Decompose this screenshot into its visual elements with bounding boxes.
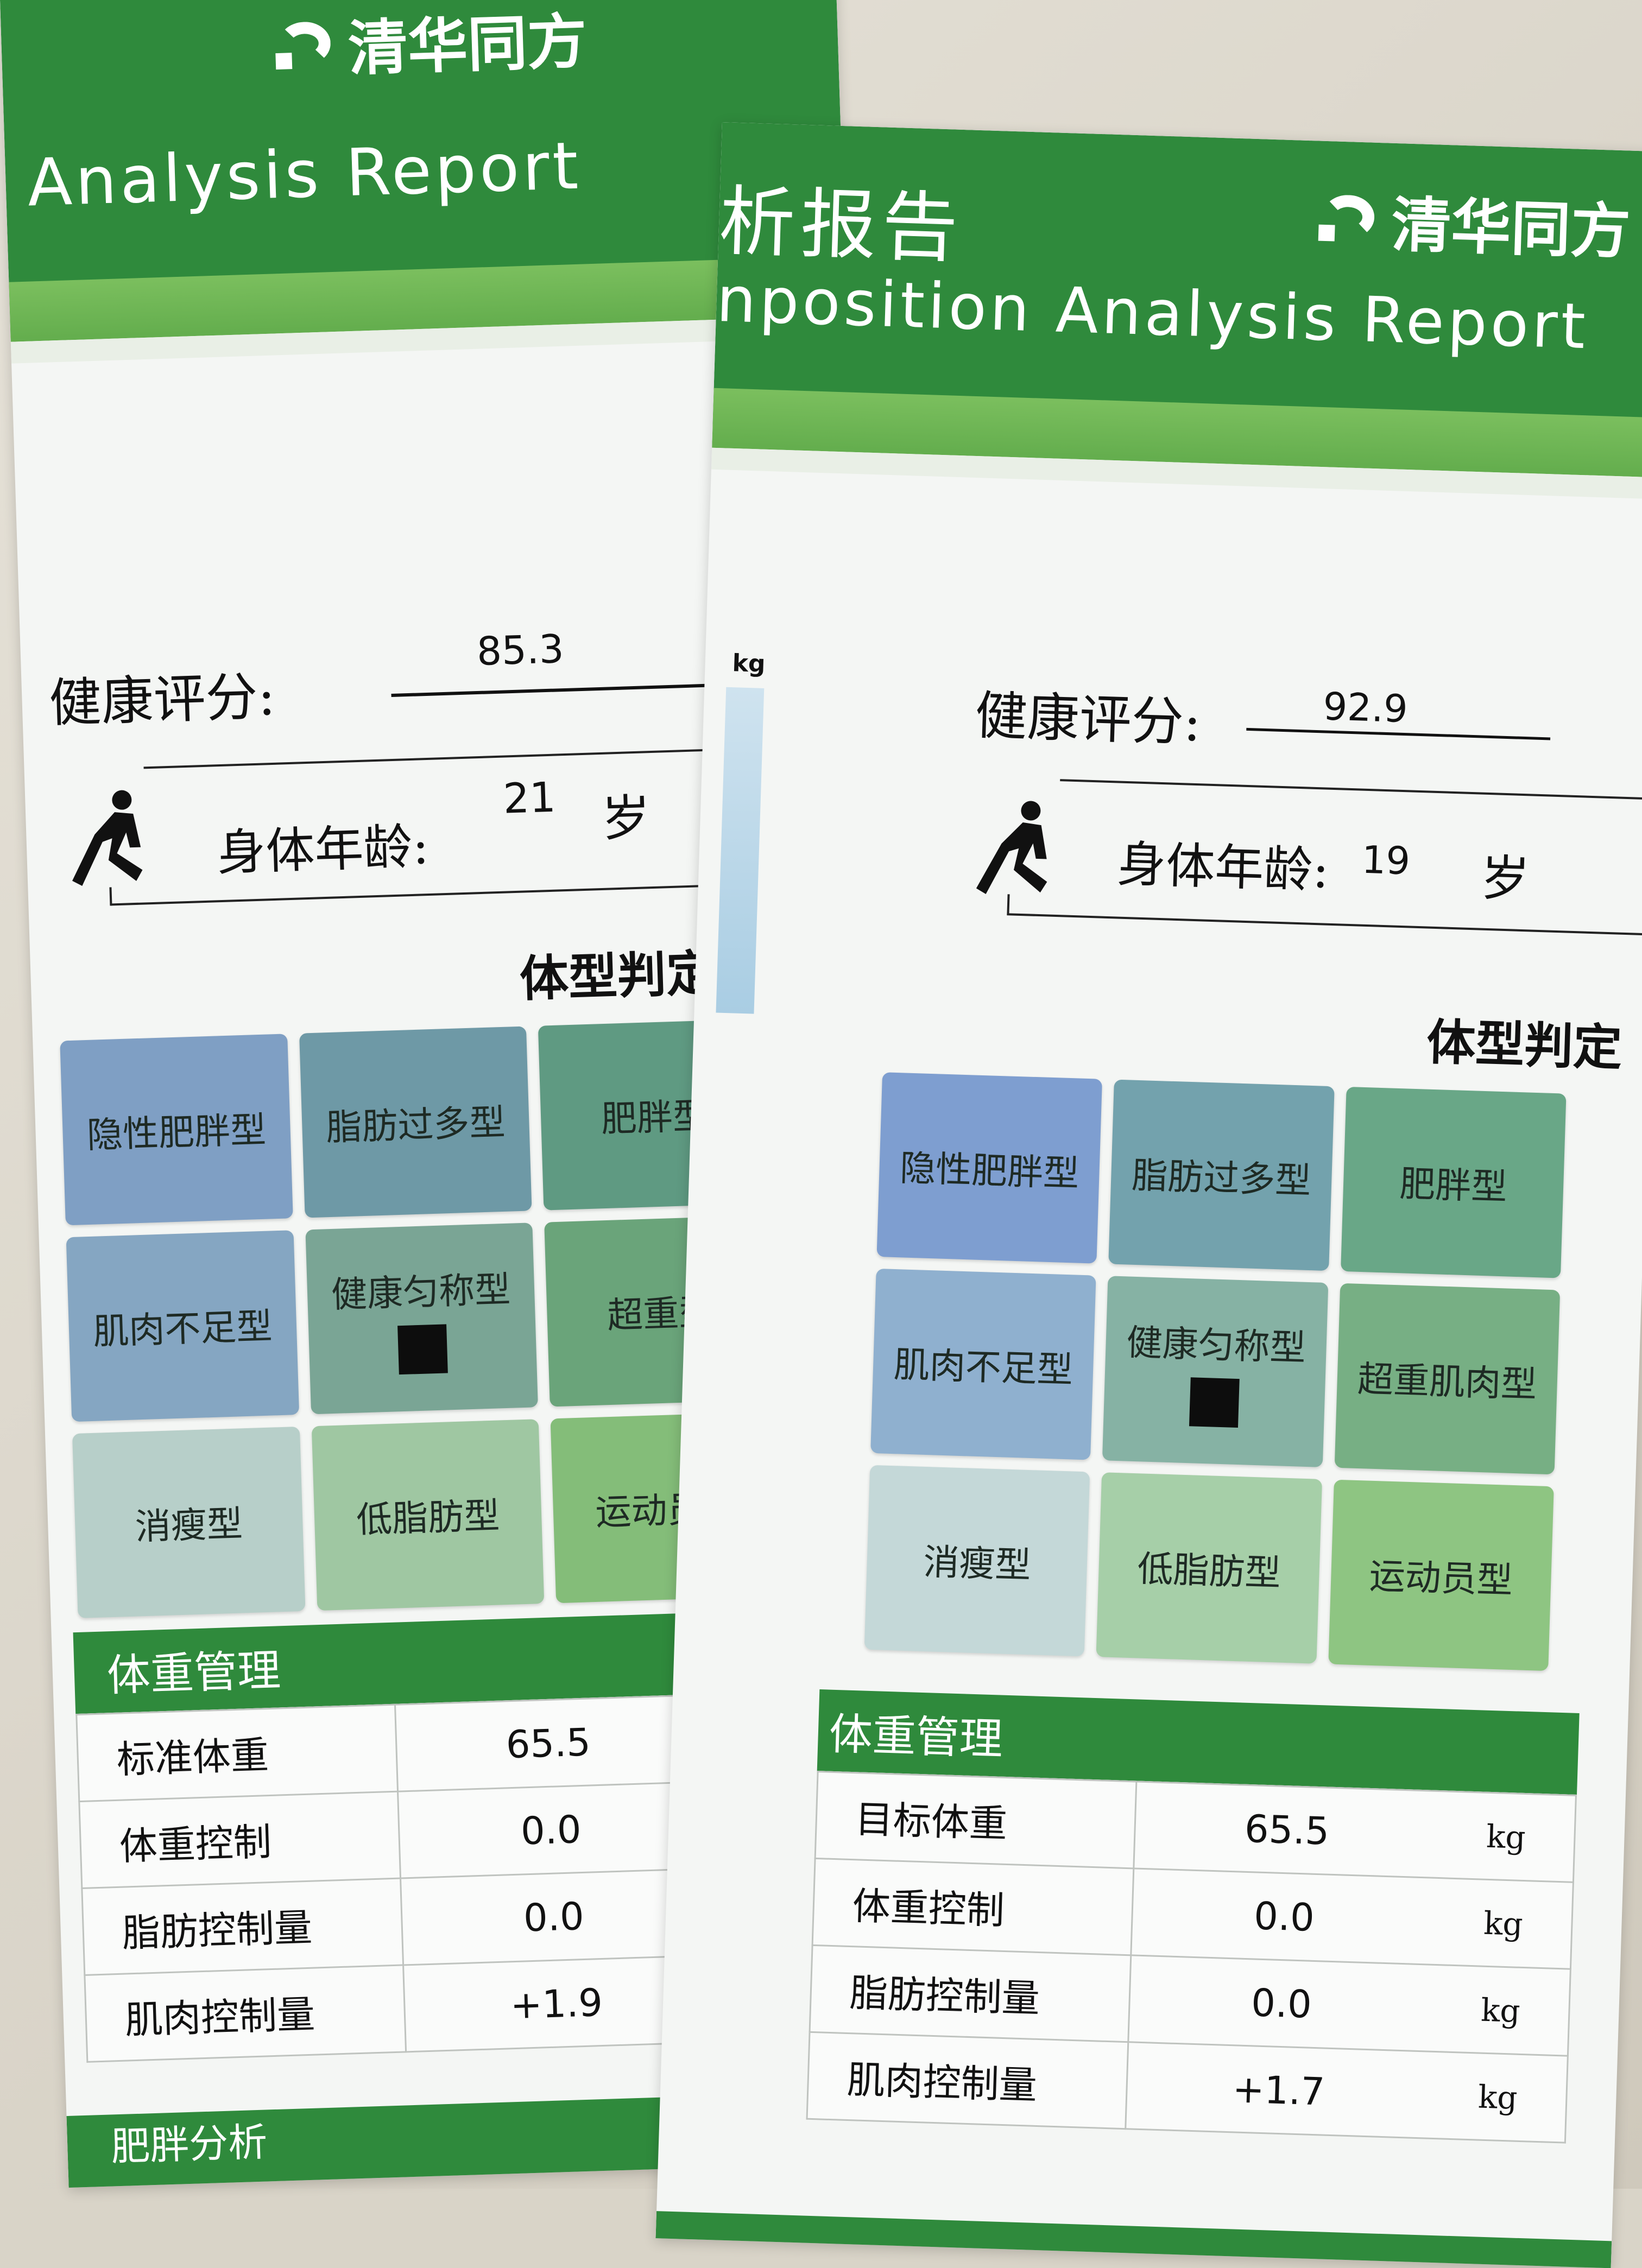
left-logo: 清华同方 xyxy=(271,0,588,89)
right-header: 析报告 清华同方 nposition Analysis Report xyxy=(711,122,1642,499)
body-type-grid: 隐性肥胖型 脂肪过多型 肥胖型肌肉不足型 健康匀称型超重肌肉型消瘦型 低脂肪型 运动员型 xyxy=(864,1072,1567,1671)
weight-row-value: 0.0 xyxy=(400,1868,706,1965)
brand-logo-icon xyxy=(272,17,339,73)
body-type-label: 消瘦型 xyxy=(923,1541,1032,1587)
body-type-cell: 肥胖型 xyxy=(1340,1086,1567,1278)
weight-row-label: 体重控制 xyxy=(79,1791,401,1889)
body-type-label: 肌肉不足型 xyxy=(893,1344,1073,1391)
body-type-label: 隐性肥胖型 xyxy=(86,1108,267,1156)
weight-row-label: 肌肉控制量 xyxy=(807,2032,1128,2129)
body-type-cell: 肌肉不足型 xyxy=(66,1230,299,1422)
right-logo: 清华同方 xyxy=(1316,174,1632,270)
footer-section-band xyxy=(655,2211,1612,2268)
body-type-label: 肥胖型 xyxy=(1399,1163,1508,1208)
selected-marker xyxy=(397,1324,448,1375)
body-type-cell: 消瘦型 xyxy=(72,1426,306,1618)
body-type-cell: 消瘦型 xyxy=(864,1465,1090,1657)
side-unit-label: kg xyxy=(731,649,766,678)
weight-row-label: 标准体重 xyxy=(76,1705,398,1802)
weight-row-value: 65.5 xyxy=(395,1695,701,1792)
body-type-cell: 超重肌肉型 xyxy=(1334,1283,1561,1475)
body-type-cell: 肌肉不足型 xyxy=(870,1268,1096,1460)
body-type-label: 超重肌肉型 xyxy=(1356,1358,1538,1406)
body-type-label: 低脂肪型 xyxy=(356,1494,501,1541)
body-type-cell: 健康匀称型 xyxy=(305,1222,539,1415)
weight-row-value: +1.7 xyxy=(1125,2042,1432,2139)
body-type-label: 健康匀称型 xyxy=(1126,1321,1306,1369)
body-age-unit: 岁 xyxy=(1480,850,1531,909)
health-score-value: 85.3 xyxy=(476,625,565,674)
body-type-label: 健康匀称型 xyxy=(331,1268,511,1316)
health-score-underline xyxy=(391,683,706,697)
body-type-label: 低脂肪型 xyxy=(1136,1548,1281,1594)
body-type-label: 消瘦型 xyxy=(134,1503,243,1548)
body-type-cell: 运动员型 xyxy=(1328,1479,1554,1671)
brand-logo-icon xyxy=(1316,190,1382,246)
footer-section-title: 肥胖分析 xyxy=(110,2119,268,2170)
weight-row-label: 脂肪控制量 xyxy=(81,1878,403,1975)
brand-name: 清华同方 xyxy=(347,7,588,84)
weight-row-unit: kg xyxy=(1429,2051,1568,2143)
body-type-cell: 低脂肪型 xyxy=(1096,1472,1322,1664)
report-title: Analysis Report xyxy=(26,128,583,221)
weight-row-value: 0.0 xyxy=(397,1782,704,1879)
weight-row-label: 脂肪控制量 xyxy=(810,1945,1131,2042)
weight-row-label: 目标体重 xyxy=(815,1771,1136,1868)
body-age-value: 21 xyxy=(502,772,557,823)
left-edge-strip xyxy=(716,687,765,1014)
body-age-label: 身体年龄: xyxy=(216,818,430,882)
selected-marker xyxy=(1189,1377,1240,1428)
report-title-cn: 析报告 xyxy=(717,177,965,274)
weight-row-label: 肌肉控制量 xyxy=(84,1965,406,2062)
body-type-cell: 脂肪过多型 xyxy=(1108,1079,1335,1271)
body-type-cell: 低脂肪型 xyxy=(311,1419,545,1611)
body-type-label: 隐性肥胖型 xyxy=(899,1147,1080,1195)
weight-management-section: 体重管理 目标体重 65.5 kg 体重控制 0.0 kg 脂肪控制量 0.0 kg 肌肉控制量 +… xyxy=(806,1689,1580,2144)
body-type-label: 脂肪过多型 xyxy=(1131,1154,1312,1202)
health-score-label: 健康评分: xyxy=(48,666,276,734)
body-age-value: 19 xyxy=(1361,837,1411,884)
weight-row-value: 0.0 xyxy=(1131,1868,1437,1965)
weight-row-value: 65.5 xyxy=(1133,1781,1440,1878)
weight-row-unit: kg xyxy=(1431,1965,1571,2056)
body-type-cell: 健康匀称型 xyxy=(1102,1276,1329,1467)
body-type-cell: 脂肪过多型 xyxy=(299,1026,532,1218)
body-age-unit: 岁 xyxy=(601,789,652,848)
body-type-label: 肌肉不足型 xyxy=(92,1305,273,1353)
body-type-label: 脂肪过多型 xyxy=(325,1101,506,1149)
body-type-title: 体型判定 xyxy=(519,944,716,1008)
body-type-cell: 隐性肥胖型 xyxy=(60,1034,293,1226)
weight-row-unit: kg xyxy=(1434,1878,1574,1969)
right-report-sheet: 析报告 清华同方 nposition Analysis Report kg 健康… xyxy=(655,122,1642,2268)
weight-table: 目标体重 65.5 kg 体重控制 0.0 kg 脂肪控制量 0.0 kg 肌肉控制量 +1.7 kg xyxy=(806,1770,1577,2144)
body-type-title: 体型判定 xyxy=(1425,1013,1623,1077)
weight-row-label: 体重控制 xyxy=(812,1858,1134,1955)
body-age-label: 身体年龄: xyxy=(1116,835,1330,899)
body-type-cell: 隐性肥胖型 xyxy=(876,1072,1103,1264)
health-score-value: 92.9 xyxy=(1322,684,1409,732)
body-type-grid: 隐性肥胖型 脂肪过多型 肥胖型 肌肉不足型 健康匀称型 超重型 消瘦型 低脂肪型 运动员型 xyxy=(60,1018,784,1618)
body-type-label: 运动员型 xyxy=(1368,1555,1513,1602)
weight-row-unit: kg xyxy=(1437,1791,1576,1883)
health-score-label: 健康评分: xyxy=(974,685,1202,753)
brand-name: 清华同方 xyxy=(1390,189,1632,267)
weight-row-value: 0.0 xyxy=(1128,1955,1435,2052)
report-title: nposition Analysis Report xyxy=(715,263,1590,364)
